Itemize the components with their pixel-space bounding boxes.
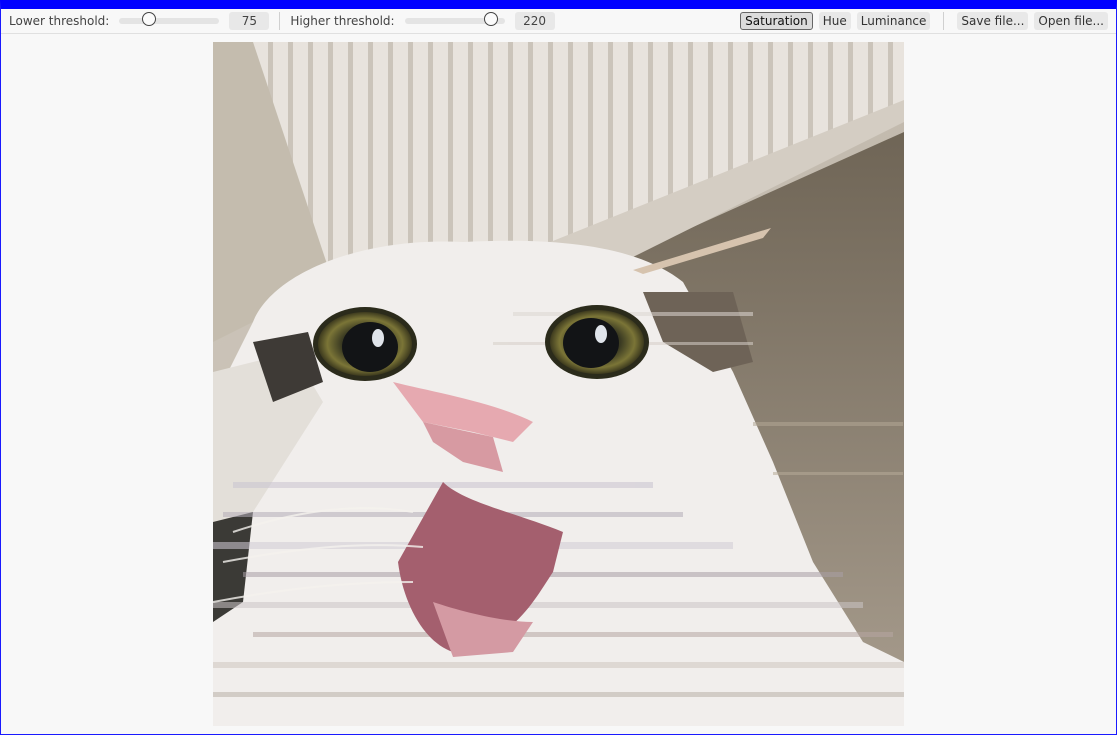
toolbar-separator [279, 12, 281, 30]
higher-threshold-slider[interactable] [404, 12, 505, 26]
save-file-button[interactable]: Save file... [957, 12, 1029, 30]
higher-threshold-value[interactable]: 220 [514, 12, 555, 30]
cat-right-eye [545, 305, 649, 379]
slider-handle[interactable] [483, 12, 498, 26]
sorted-cat-image [213, 42, 904, 726]
lower-threshold-slider[interactable] [119, 12, 220, 26]
image-viewer [213, 42, 904, 726]
cat-left-eye [313, 307, 417, 381]
lower-threshold-value[interactable]: 75 [229, 12, 270, 30]
hue-button[interactable]: Hue [818, 12, 851, 30]
lower-threshold-label: Lower threshold: [9, 14, 110, 28]
slider-handle[interactable] [141, 12, 156, 26]
higher-threshold-label: Higher threshold: [290, 14, 395, 28]
saturation-button[interactable]: Saturation [740, 12, 813, 30]
toolbar: Lower threshold: 75 Higher threshold: 22… [1, 9, 1116, 34]
luminance-button[interactable]: Luminance [856, 12, 931, 30]
open-file-button[interactable]: Open file... [1034, 12, 1108, 30]
slider-track [119, 18, 220, 24]
toolbar-separator [943, 12, 945, 30]
